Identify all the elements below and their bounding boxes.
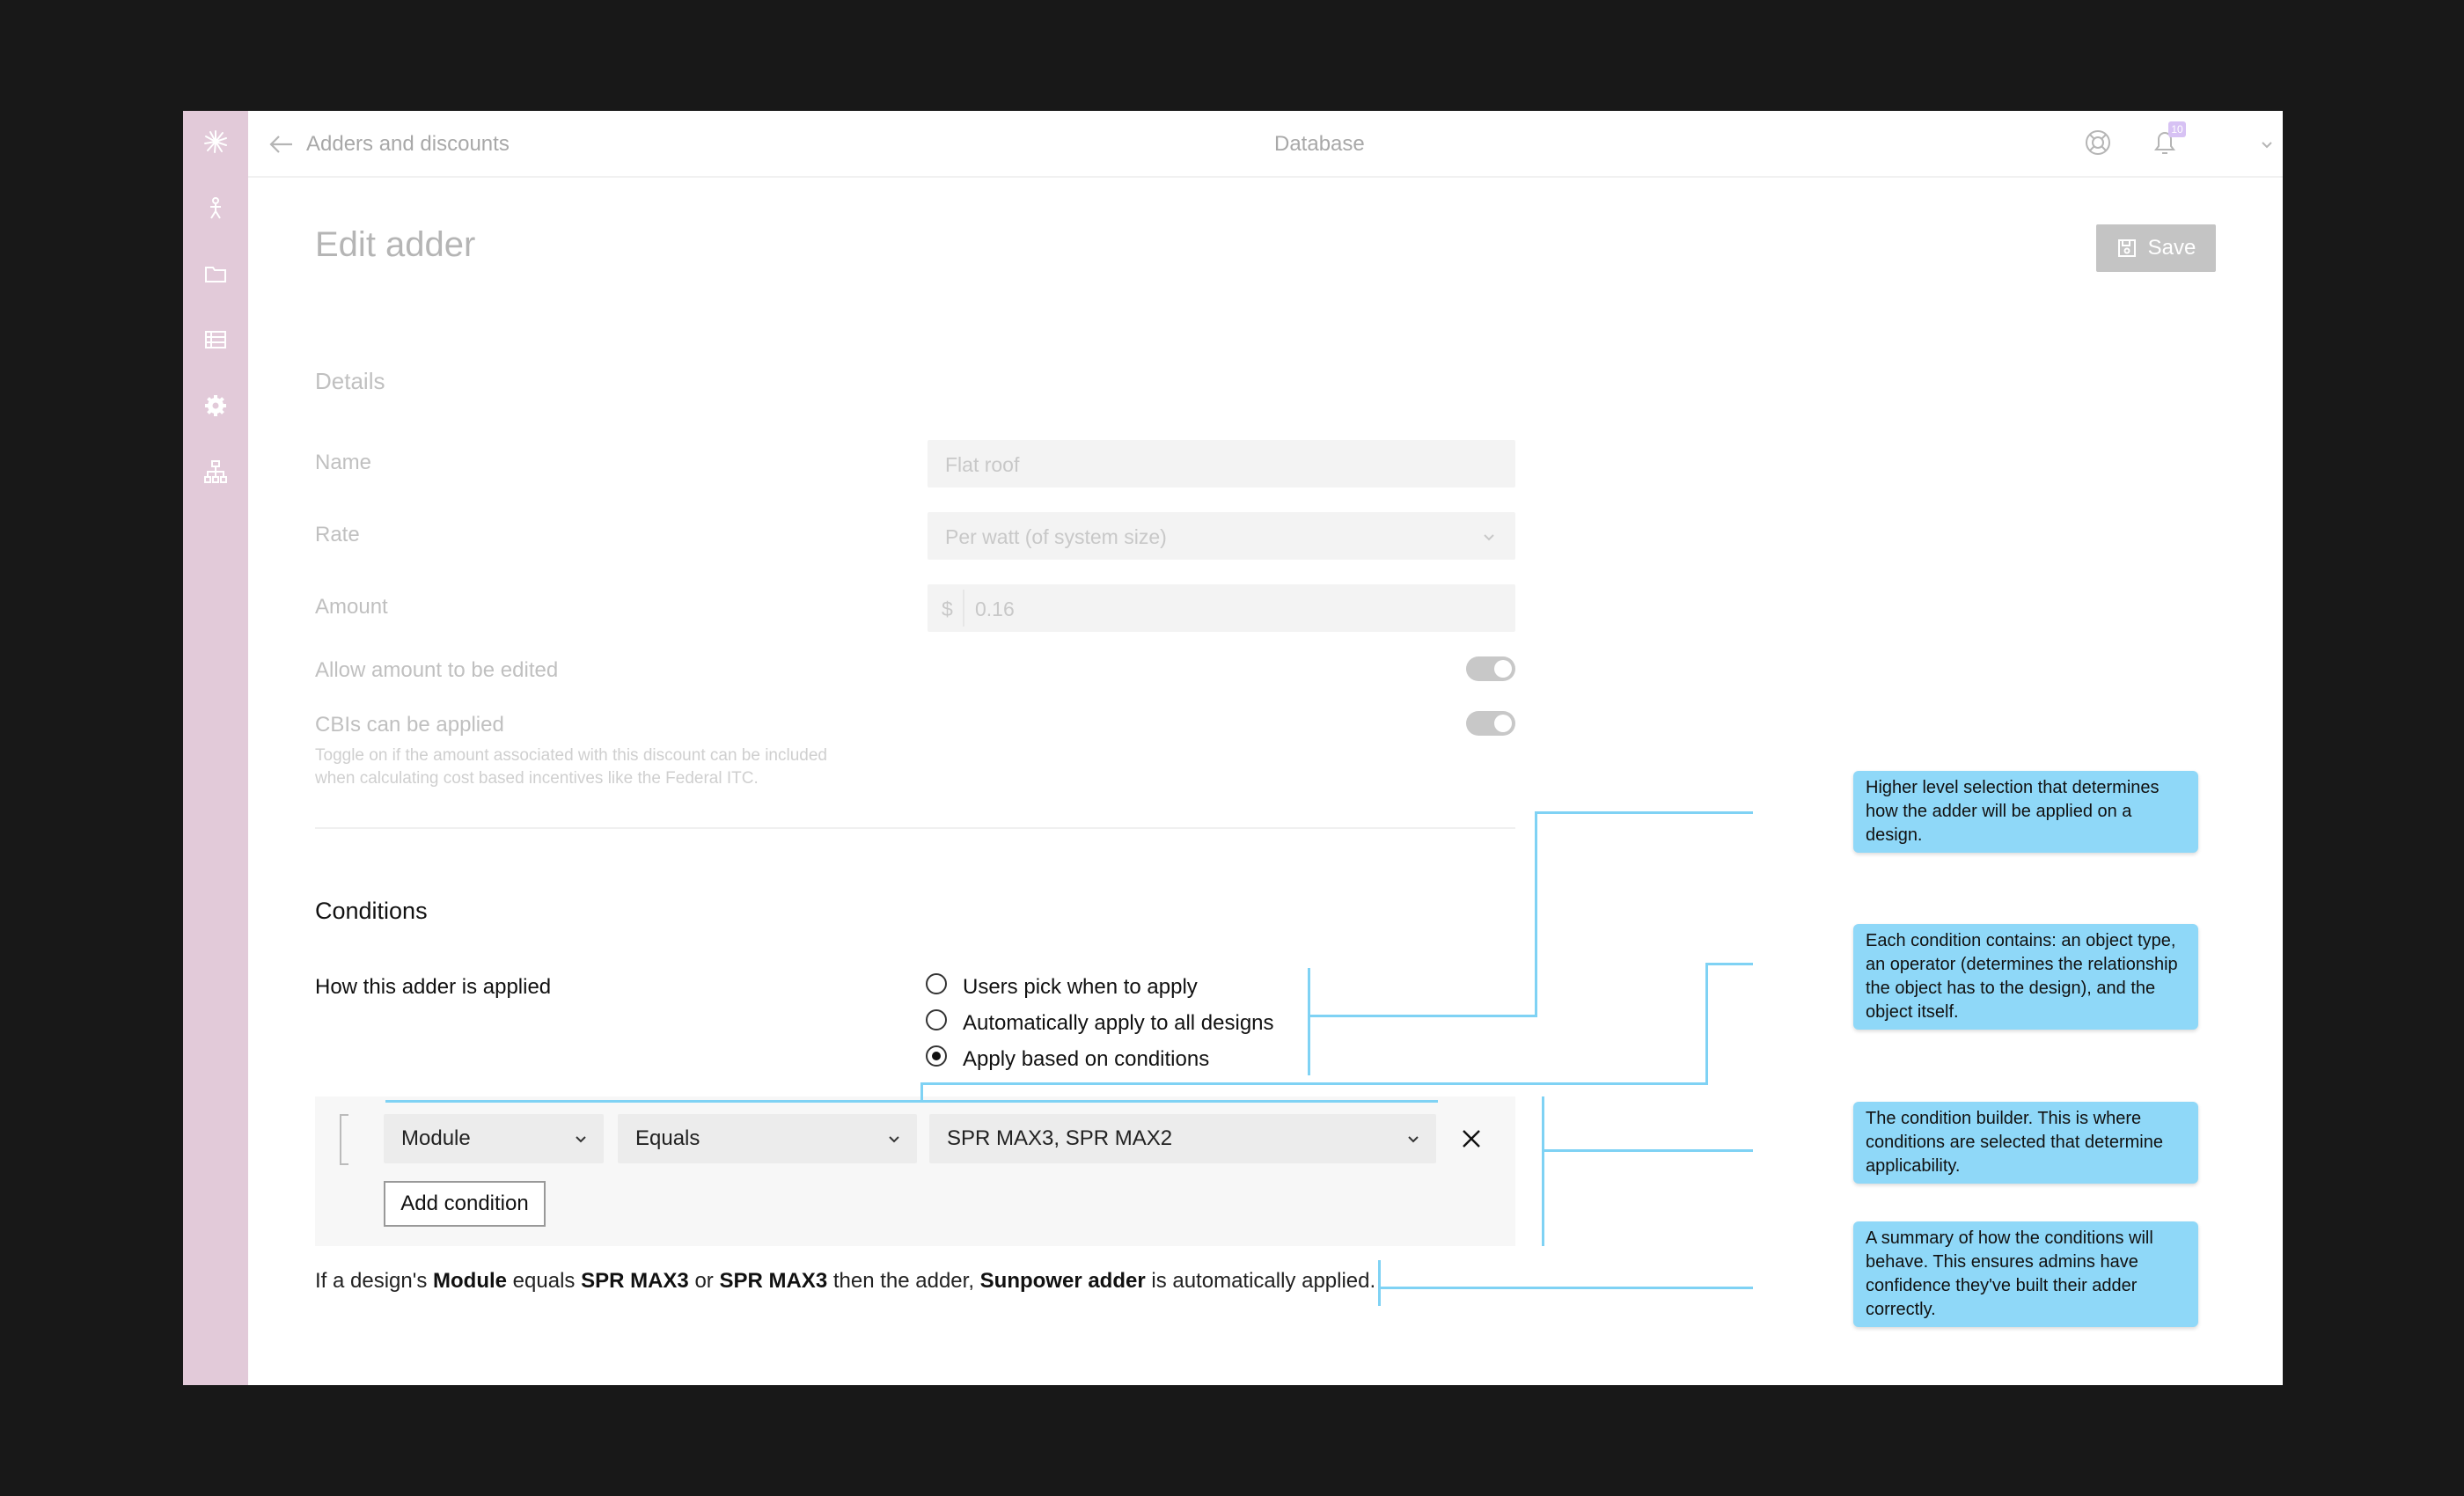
rate-value: Per watt (of system size) bbox=[945, 525, 1167, 548]
annotation-callout-condition-parts: Each condition contains: an object type,… bbox=[1853, 924, 2198, 1030]
cbi-toggle[interactable] bbox=[1466, 711, 1515, 736]
operator-value: Equals bbox=[635, 1126, 700, 1150]
operator-chevron-down-icon bbox=[889, 1136, 899, 1143]
conditions-summary: If a design's Module equals SPR MAX3 or … bbox=[315, 1269, 1375, 1294]
annotation-callout-condition-builder: The condition builder. This is where con… bbox=[1853, 1102, 2198, 1184]
save-label: Save bbox=[2147, 236, 2196, 260]
object-value: SPR MAX3, SPR MAX2 bbox=[947, 1126, 1173, 1150]
condition-group-bracket bbox=[340, 1114, 348, 1165]
summary-value: SPR MAX3 bbox=[719, 1269, 828, 1293]
amount-value: 0.16 bbox=[975, 598, 1015, 620]
summary-text: is automatically applied. bbox=[1151, 1269, 1376, 1293]
object-type-value: Module bbox=[401, 1126, 471, 1150]
rate-chevron-down-icon bbox=[1484, 534, 1494, 541]
radio-apply-conditions-label[interactable]: Apply based on conditions bbox=[963, 1047, 1209, 1072]
name-value: Flat roof bbox=[945, 453, 1020, 476]
object-type-select[interactable]: Module bbox=[384, 1114, 604, 1163]
logo-sunburst-icon[interactable] bbox=[202, 128, 229, 155]
radio-apply-all-label[interactable]: Automatically apply to all designs bbox=[963, 1011, 1274, 1036]
remove-condition-close-icon[interactable] bbox=[1461, 1128, 1482, 1149]
summary-text: If a design's bbox=[315, 1269, 428, 1293]
notification-badge: 10 bbox=[2168, 121, 2186, 137]
radio-apply-all[interactable] bbox=[926, 1009, 947, 1030]
section-divider bbox=[315, 827, 1515, 829]
amount-field[interactable]: $ 0.16 bbox=[928, 584, 1515, 632]
summary-text: equals bbox=[512, 1269, 576, 1293]
name-label: Name bbox=[315, 451, 372, 474]
radio-apply-conditions[interactable] bbox=[926, 1045, 947, 1067]
back-arrow-icon[interactable] bbox=[269, 132, 294, 157]
account-chevron-down-icon[interactable] bbox=[2260, 137, 2274, 151]
summary-adder-name: Sunpower adder bbox=[979, 1269, 1146, 1293]
amount-label: Amount bbox=[315, 595, 388, 619]
allow-edit-toggle[interactable] bbox=[1466, 656, 1515, 681]
gear-icon[interactable] bbox=[202, 392, 229, 419]
prefix-divider bbox=[963, 590, 964, 627]
hierarchy-icon[interactable] bbox=[202, 458, 229, 485]
cbi-help-line-1: Toggle on if the amount associated with … bbox=[315, 746, 827, 765]
page-context-title: Database bbox=[1274, 132, 1365, 156]
summary-object-type: Module bbox=[433, 1269, 507, 1293]
back-link[interactable]: Adders and discounts bbox=[306, 132, 510, 157]
conditions-heading: Conditions bbox=[315, 898, 428, 924]
name-field[interactable]: Flat roof bbox=[928, 440, 1515, 488]
rate-label: Rate bbox=[315, 523, 360, 546]
cbi-help-line-2: when calculating cost based incentives l… bbox=[315, 769, 759, 788]
help-lifebuoy-icon[interactable] bbox=[2084, 128, 2112, 157]
person-icon[interactable] bbox=[202, 194, 229, 221]
save-icon bbox=[2117, 239, 2136, 257]
top-bar: Adders and discounts Database 10 bbox=[248, 111, 2283, 178]
sidebar bbox=[183, 111, 248, 1385]
radio-users-pick-label[interactable]: Users pick when to apply bbox=[963, 975, 1198, 1000]
condition-builder: Module Equals SPR MAX3, SPR MAX2 Add con… bbox=[315, 1096, 1515, 1246]
page-title: Edit adder bbox=[315, 225, 476, 264]
apply-method-label: How this adder is applied bbox=[315, 975, 552, 999]
add-condition-button[interactable]: Add condition bbox=[384, 1181, 546, 1227]
allow-edit-label: Allow amount to be edited bbox=[315, 658, 559, 682]
object-type-chevron-down-icon bbox=[576, 1136, 586, 1143]
object-value-select[interactable]: SPR MAX3, SPR MAX2 bbox=[929, 1114, 1436, 1163]
object-value-chevron-down-icon bbox=[1408, 1136, 1419, 1143]
summary-value: SPR MAX3 bbox=[581, 1269, 689, 1293]
radio-users-pick[interactable] bbox=[926, 973, 947, 994]
folder-icon[interactable] bbox=[202, 260, 229, 287]
save-button[interactable]: Save bbox=[2096, 224, 2216, 272]
currency-prefix: $ bbox=[942, 598, 953, 620]
table-icon[interactable] bbox=[202, 326, 229, 353]
details-heading: Details bbox=[315, 368, 385, 394]
annotation-callout-summary: A summary of how the conditions will beh… bbox=[1853, 1221, 2198, 1327]
summary-text: then the adder, bbox=[832, 1269, 974, 1293]
operator-select[interactable]: Equals bbox=[618, 1114, 917, 1163]
summary-text: or bbox=[694, 1269, 714, 1293]
app-window: Adders and discounts Database 10 Edit ad… bbox=[183, 111, 2283, 1385]
rate-select[interactable]: Per watt (of system size) bbox=[928, 512, 1515, 560]
cbi-label: CBIs can be applied bbox=[315, 713, 504, 737]
annotation-callout-apply-method: Higher level selection that determines h… bbox=[1853, 771, 2198, 853]
